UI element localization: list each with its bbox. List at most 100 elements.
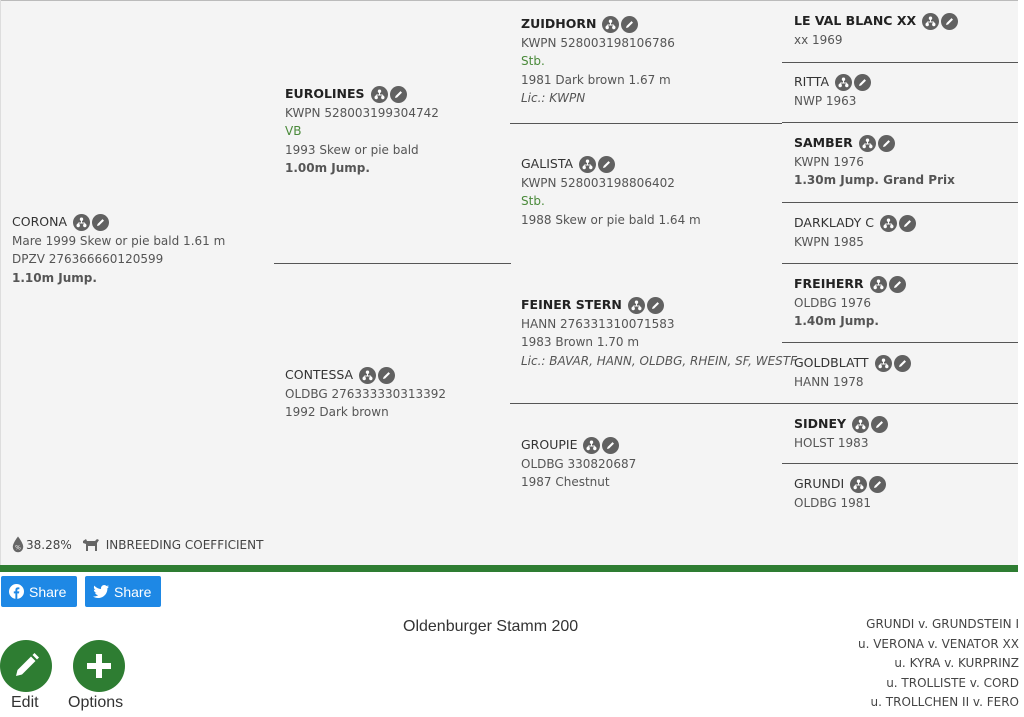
pedigree-icon[interactable] xyxy=(874,354,892,372)
sire-dam-registration: KWPN 528003198806402 xyxy=(521,175,675,190)
pencil-icon[interactable] xyxy=(888,275,906,293)
pedigree-icon[interactable] xyxy=(579,155,597,173)
inbreeding-percent: 38.28% xyxy=(26,537,72,552)
plus-icon xyxy=(87,654,111,678)
g2-name[interactable]: RITTA xyxy=(794,73,829,92)
dam-registration: OLDBG 276333330313392 xyxy=(285,386,447,401)
g7-name[interactable]: SIDNEY xyxy=(794,415,846,434)
pedigree-icon[interactable] xyxy=(835,73,853,91)
pedigree-icon[interactable] xyxy=(73,213,90,231)
sire-sire-registration: KWPN 528003198106786 xyxy=(521,35,675,50)
pedigree-icon[interactable] xyxy=(858,134,876,152)
sire-performance: 1.00m Jump. xyxy=(285,161,370,175)
pencil-icon[interactable] xyxy=(378,366,396,384)
g4-horse: DARKLADY C KWPN 1985 xyxy=(794,214,916,251)
dam-sire-name[interactable]: FEINER STERN xyxy=(521,296,622,315)
dam-sire-info: 1983 Brown 1.70 m xyxy=(521,335,640,349)
g4-name[interactable]: DARKLADY C xyxy=(794,214,874,233)
sire-horse: EUROLINES KWPN 528003199304742 VB 1993 S… xyxy=(285,85,439,178)
twitter-share-label: Share xyxy=(114,583,152,600)
pedigree-icon[interactable] xyxy=(370,85,388,103)
subject-info-2: DPZV 276366660120599 xyxy=(12,252,164,266)
g8-info: OLDBG 1981 xyxy=(794,495,872,510)
options-button[interactable] xyxy=(73,640,125,692)
g7-horse: SIDNEY HOLST 1983 xyxy=(794,415,889,452)
twitter-share-button[interactable]: Share xyxy=(85,576,161,607)
pencil-icon[interactable] xyxy=(893,354,911,372)
pencil-icon[interactable] xyxy=(854,73,872,91)
g6-info: HANN 1978 xyxy=(794,374,864,389)
g5-name[interactable]: FREIHERR xyxy=(794,275,864,294)
inbreeding-label: INBREEDING COEFFICIENT xyxy=(105,537,264,552)
divider-g4-g5 xyxy=(782,263,1018,264)
pencil-icon[interactable] xyxy=(92,213,109,231)
inbreeding-coefficient: % 38.28% INBREEDING COEFFICIENT xyxy=(12,536,263,553)
g1-name[interactable]: LE VAL BLANC XX xyxy=(794,12,916,31)
g8-name[interactable]: GRUNDI xyxy=(794,475,844,494)
pencil-icon[interactable] xyxy=(898,214,916,232)
divider-ds-dd xyxy=(510,403,782,404)
g8-horse: GRUNDI OLDBG 1981 xyxy=(794,475,887,512)
pencil-icon[interactable] xyxy=(621,15,639,33)
sire-dam-horse: GALISTA KWPN 528003198806402 Stb. 1988 S… xyxy=(521,155,701,229)
g3-horse: SAMBER KWPN 1976 1.30m Jump. Grand Prix xyxy=(794,134,955,190)
drop-percent-icon: % xyxy=(12,536,24,553)
sire-sire-name[interactable]: ZUIDHORN xyxy=(521,15,596,34)
dam-sire-horse: FEINER STERN HANN 276331310071583 1983 B… xyxy=(521,296,797,370)
pedigree-icon[interactable] xyxy=(922,12,940,30)
dam-info: 1992 Dark brown xyxy=(285,405,389,419)
sire-dam-status: Stb. xyxy=(521,194,545,208)
pencil-icon[interactable] xyxy=(877,134,895,152)
pencil-icon[interactable] xyxy=(941,12,959,30)
edit-button[interactable] xyxy=(0,640,52,692)
dam-name[interactable]: CONTESSA xyxy=(285,366,353,385)
sire-sire-license: Lic.: KWPN xyxy=(521,91,586,105)
pencil-icon xyxy=(16,653,39,676)
sire-sire-horse: ZUIDHORN KWPN 528003198106786 Stb. 1981 … xyxy=(521,15,675,108)
pencil-icon[interactable] xyxy=(602,436,620,454)
pedigree-icon[interactable] xyxy=(602,15,620,33)
g7-info: HOLST 1983 xyxy=(794,435,869,450)
pedigree-icon[interactable] xyxy=(627,296,645,314)
pedigree-icon[interactable] xyxy=(850,475,868,493)
facebook-icon xyxy=(9,584,24,599)
pedigree-icon[interactable] xyxy=(869,275,887,293)
g3-name[interactable]: SAMBER xyxy=(794,134,853,153)
pencil-icon[interactable] xyxy=(869,475,887,493)
divider-g6-g7 xyxy=(782,403,1018,404)
sire-dam-name[interactable]: GALISTA xyxy=(521,155,573,174)
pencil-icon[interactable] xyxy=(598,155,616,173)
dam-dam-registration: OLDBG 330820687 xyxy=(521,456,637,471)
left-border xyxy=(0,0,1,565)
dam-sire-registration: HANN 276331310071583 xyxy=(521,316,675,331)
pencil-icon[interactable] xyxy=(389,85,407,103)
pencil-icon[interactable] xyxy=(646,296,664,314)
options-label: Options xyxy=(68,694,124,711)
twitter-icon xyxy=(93,585,109,598)
lineage-line: u. TROLLISTE v. CORD xyxy=(886,675,1019,690)
pedigree-icon[interactable] xyxy=(583,436,601,454)
subject-name[interactable]: CORONA xyxy=(12,213,67,232)
g6-name[interactable]: GOLDBLATT xyxy=(794,354,869,373)
pedigree-icon[interactable] xyxy=(852,415,870,433)
pencil-icon[interactable] xyxy=(871,415,889,433)
dam-horse: CONTESSA OLDBG 276333330313392 1992 Dark… xyxy=(285,366,446,422)
sire-name[interactable]: EUROLINES xyxy=(285,85,365,104)
divider-g1-g2 xyxy=(782,62,1018,63)
edit-label: Edit xyxy=(11,694,39,711)
g4-info: KWPN 1985 xyxy=(794,234,864,249)
top-border xyxy=(0,0,1018,1)
subject-performance: 1.10m Jump. xyxy=(12,270,97,285)
dam-dam-horse: GROUPIE OLDBG 330820687 1987 Chestnut xyxy=(521,436,636,492)
facebook-share-button[interactable]: Share xyxy=(1,576,77,607)
pedigree-icon[interactable] xyxy=(879,214,897,232)
sire-sire-info: 1981 Dark brown 1.67 m xyxy=(521,72,671,87)
subject-horse: CORONA Mare 1999 Skew or pie bald 1.61 m… xyxy=(12,213,225,287)
g1-info: xx 1969 xyxy=(794,32,843,47)
g5-horse: FREIHERR OLDBG 1976 1.40m Jump. xyxy=(794,275,906,331)
divider-g3-g4 xyxy=(782,202,1018,203)
dam-dam-info: 1987 Chestnut xyxy=(521,475,610,489)
pedigree-icon[interactable] xyxy=(359,366,377,384)
divider-ss-sd xyxy=(510,123,782,124)
dam-dam-name[interactable]: GROUPIE xyxy=(521,436,577,455)
